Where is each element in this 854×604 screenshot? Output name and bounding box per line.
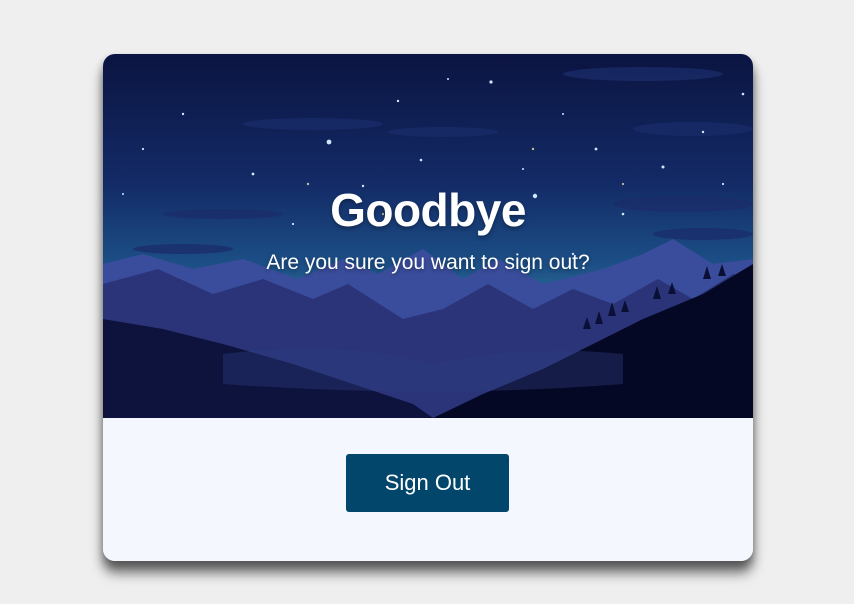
signout-dialog: Goodbye Are you sure you want to sign ou… xyxy=(103,54,753,561)
night-mountain-illustration xyxy=(103,67,753,418)
hero-image: Goodbye Are you sure you want to sign ou… xyxy=(103,54,753,418)
dialog-footer: Sign Out xyxy=(103,418,753,561)
dialog-subtitle: Are you sure you want to sign out? xyxy=(266,251,590,274)
sign-out-button[interactable]: Sign Out xyxy=(346,454,509,512)
dialog-title: Goodbye xyxy=(330,184,526,236)
